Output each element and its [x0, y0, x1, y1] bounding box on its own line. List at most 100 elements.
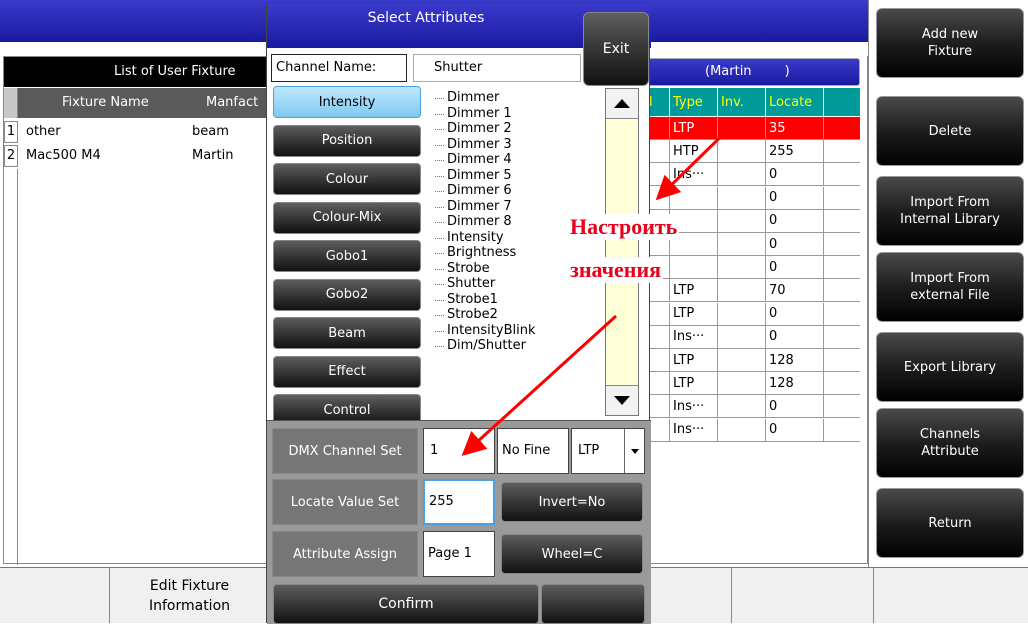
channel-row[interactable]: Ins··· 0 [646, 418, 860, 442]
category-button-effect[interactable]: Effect [273, 355, 421, 388]
channel-type-cell: LTP [670, 302, 718, 325]
channel-locate-cell: 35 [766, 117, 824, 139]
annotation-line-1: Настроить [568, 214, 680, 240]
column-header-type: Type [670, 88, 718, 116]
channel-row[interactable]: Ins··· 0 [646, 163, 860, 187]
attribute-item[interactable]: Dimmer [431, 90, 607, 106]
column-header-manufacturer: Manfact [206, 95, 259, 110]
bottom-left-cell[interactable] [0, 568, 110, 623]
channel-row[interactable]: LTP 35 [646, 117, 860, 140]
bottom-cell-5[interactable] [646, 568, 732, 623]
side-button-5[interactable]: Export Library [876, 332, 1024, 402]
scroll-down-button[interactable] [606, 385, 638, 415]
row-number: 2 [4, 145, 18, 167]
channel-row[interactable]: LTP 70 [646, 279, 860, 303]
side-button-7[interactable]: Return [876, 488, 1024, 558]
category-button-colour-mix[interactable]: Colour-Mix [273, 201, 421, 234]
dmx-channel-label: DMX Channel Set [272, 428, 418, 474]
channel-type-cell: HTP [670, 140, 718, 163]
dialog-title-text: Select Attributes [367, 10, 485, 26]
channel-type-cell [670, 186, 718, 209]
attribute-item[interactable]: Strobe1 [431, 292, 607, 308]
mode-value: LTP [578, 443, 600, 458]
category-button-beam[interactable]: Beam [273, 317, 421, 349]
channel-type-cell: LTP [670, 279, 718, 302]
attribute-item[interactable]: Dimmer 1 [431, 106, 607, 122]
channel-inv-cell [718, 140, 766, 163]
channel-locate-cell: 70 [766, 279, 824, 302]
channel-row[interactable]: Ins··· 0 [646, 325, 860, 349]
dropdown-arrow-icon[interactable] [624, 429, 644, 473]
side-button-3[interactable]: Import From Internal Library [876, 176, 1024, 246]
channel-locate-cell: 0 [766, 395, 824, 418]
attribute-item[interactable]: Dimmer 7 [431, 199, 607, 215]
channel-table-header: l Type Inv. Locate [646, 88, 860, 116]
attribute-item[interactable]: Dimmer 2 [431, 121, 607, 137]
side-button-2[interactable]: Delete [876, 96, 1024, 166]
confirm-button[interactable]: Confirm [273, 584, 539, 624]
fixture-name: Mac500 M4 [26, 148, 101, 163]
triangle-down-icon [614, 396, 630, 405]
row-number-column [4, 169, 18, 565]
scroll-up-button[interactable] [606, 89, 638, 119]
channel-row[interactable]: LTP 128 [646, 349, 860, 372]
bottom-cell-6[interactable] [732, 568, 874, 623]
attribute-item[interactable]: Dimmer 6 [431, 183, 607, 199]
channel-locate-cell: 128 [766, 349, 824, 371]
invert-button[interactable]: Invert=No [501, 482, 643, 522]
dialog-extra-button[interactable] [541, 584, 645, 624]
side-button-4[interactable]: Import From external File [876, 252, 1024, 322]
channel-inv-cell [718, 256, 766, 279]
attribute-item[interactable]: Dimmer 4 [431, 152, 607, 168]
channel-table-body: LTP 35 HTP 255 Ins··· 0 0 0 0 0 LTP 70 LTP 0 Ins··· 0 LT… [646, 117, 860, 537]
fixture-row-1[interactable]: 1 other beam [4, 121, 270, 143]
category-button-gobo1[interactable]: Gobo1 [273, 240, 421, 272]
category-button-position[interactable]: Position [273, 124, 421, 157]
select-attributes-dialog: Select Attributes Exit Channel Name: Shu… [266, 3, 651, 624]
channel-type-cell: LTP [670, 349, 718, 371]
attribute-scrollbar[interactable] [605, 88, 639, 416]
wheel-button[interactable]: Wheel=C [501, 534, 643, 574]
channel-name-input[interactable]: Shutter [413, 54, 581, 82]
channel-inv-cell [718, 186, 766, 209]
fixture-name: other [26, 124, 61, 139]
attribute-item[interactable]: Dim/Shutter [431, 338, 607, 354]
channel-row[interactable]: HTP 255 [646, 140, 860, 164]
fixture-row-2[interactable]: 2 Mac500 M4 Martin [4, 145, 270, 167]
channel-name-label: Channel Name: [271, 54, 407, 82]
channel-inv-cell [718, 209, 766, 232]
channel-inv-cell [718, 372, 766, 395]
channel-row[interactable]: Ins··· 0 [646, 395, 860, 419]
channel-row[interactable]: 0 [646, 256, 860, 280]
attribute-item[interactable]: Strobe2 [431, 307, 607, 323]
channel-row[interactable]: LTP 0 [646, 302, 860, 326]
dmx-channel-input[interactable]: 1 [423, 428, 495, 474]
channel-inv-cell [718, 279, 766, 302]
channel-inv-cell [718, 418, 766, 441]
channel-type-cell: LTP [670, 372, 718, 395]
channel-row[interactable]: LTP 128 [646, 372, 860, 396]
channel-inv-cell [718, 117, 766, 139]
attribute-assign-label: Attribute Assign [272, 531, 418, 577]
exit-button[interactable]: Exit [583, 12, 649, 86]
page-input[interactable]: Page 1 [423, 531, 495, 577]
category-button-gobo2[interactable]: Gobo2 [273, 278, 421, 311]
locate-value-input[interactable]: 255 [423, 479, 495, 525]
fine-toggle[interactable]: No Fine [497, 428, 569, 474]
attribute-item[interactable]: IntensityBlink [431, 323, 607, 339]
edit-fixture-info-button[interactable]: Edit Fixture Information [110, 568, 270, 623]
side-button-1[interactable]: Add new Fixture [876, 8, 1024, 78]
channel-table-title: (Martin ) [646, 58, 860, 86]
mode-select[interactable]: LTP [571, 428, 645, 474]
attribute-item[interactable]: Dimmer 3 [431, 137, 607, 153]
category-button-colour[interactable]: Colour [273, 163, 421, 195]
channel-type-cell: Ins··· [670, 395, 718, 418]
channel-locate-cell: 0 [766, 256, 824, 279]
row-number-header [4, 88, 18, 118]
channel-row[interactable]: 0 [646, 186, 860, 210]
fixture-list-panel: List of User Fixture Fixture Name Manfac… [3, 56, 274, 565]
side-button-6[interactable]: Channels Attribute [876, 408, 1024, 478]
attribute-item[interactable]: Dimmer 5 [431, 168, 607, 184]
channel-inv-cell [718, 395, 766, 418]
category-button-intensity[interactable]: Intensity [273, 86, 421, 118]
